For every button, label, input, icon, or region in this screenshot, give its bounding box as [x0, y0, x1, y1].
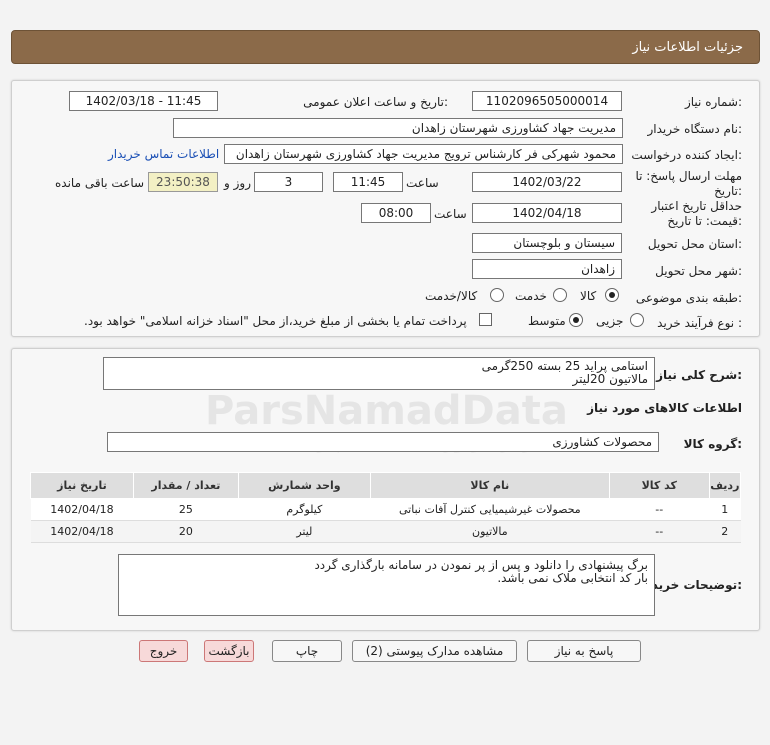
- category-radio-goods-service[interactable]: [490, 288, 504, 302]
- exit-button[interactable]: خروج: [139, 640, 188, 662]
- process-label: نوع فرآیند خرید :: [657, 316, 742, 330]
- item-qty: 25: [133, 498, 239, 521]
- goods-group-label: گروه کالا:: [683, 437, 742, 451]
- deadline-date-field: 1402/03/22: [472, 172, 622, 192]
- goods-group-field: محصولات کشاورزی: [107, 432, 659, 452]
- col-code: کد کالا: [608, 472, 710, 499]
- summary-line-1: استامی پراید 25 بسته 250گرمی: [481, 359, 648, 373]
- row-number: 2: [709, 520, 741, 543]
- row-number: 1: [709, 498, 741, 521]
- col-row: ردیف: [708, 472, 742, 499]
- print-button[interactable]: چاپ: [272, 640, 342, 662]
- item-date: 1402/04/18: [30, 520, 134, 543]
- col-name: نام کالا: [369, 472, 610, 499]
- process-option-minor: جزیی: [596, 314, 624, 328]
- category-radio-goods[interactable]: [605, 288, 619, 302]
- goods-section-title: اطلاعات کالاهای مورد نیاز: [587, 401, 742, 415]
- province-field: سیستان و بلوچستان: [472, 233, 622, 253]
- category-option-service: خدمت: [515, 289, 547, 303]
- item-code: --: [609, 520, 710, 543]
- summary-line-2: مالاتیون 20لیتر: [572, 372, 648, 386]
- item-qty: 20: [133, 520, 239, 543]
- col-date: تاریخ نیاز: [30, 472, 134, 499]
- buyer-field: مدیریت جهاد کشاورزی شهرستان زاهدان: [173, 118, 623, 138]
- page-header: جزئیات اطلاعات نیاز: [11, 30, 760, 64]
- remaining-time-field: 23:50:38: [148, 172, 218, 192]
- announce-label: تاریخ و ساعت اعلان عمومی:: [303, 95, 448, 109]
- reply-button[interactable]: پاسخ به نیاز: [527, 640, 641, 662]
- validity-time-field: 08:00: [361, 203, 431, 223]
- category-option-goods-service: کالا/خدمت: [425, 289, 478, 303]
- city-label: شهر محل تحویل:: [655, 264, 742, 278]
- buyer-notes-line-2: بار کد انتخابی ملاک نمی باشد.: [497, 571, 648, 585]
- item-name: محصولات غیرشیمیایی کنترل آفات نباتی: [370, 498, 610, 521]
- table-row: 1 -- محصولات غیرشیمیایی کنترل آفات نباتی…: [30, 498, 741, 521]
- treasury-payment-checkbox[interactable]: [479, 313, 492, 326]
- validity-date-field: 1402/04/18: [472, 203, 622, 223]
- item-name: مالاتیون: [370, 520, 610, 543]
- buyer-label: نام دستگاه خریدار:: [647, 122, 743, 136]
- city-field: زاهدان: [472, 259, 622, 279]
- item-unit: لیتر: [238, 520, 371, 543]
- need-number-field: 1102096505000014: [472, 91, 622, 111]
- col-unit: واحد شمارش: [237, 472, 371, 499]
- announce-field: 1402/03/18 - 11:45: [69, 91, 218, 111]
- view-attachments-button[interactable]: مشاهده مدارک پیوستی (2): [352, 640, 517, 662]
- days-label: روز و: [224, 176, 251, 190]
- contact-buyer-link[interactable]: اطلاعات تماس خریدار: [108, 147, 219, 161]
- validity-time-label: ساعت: [434, 207, 467, 221]
- buyer-notes-label: توضیحات خریدار:: [640, 578, 742, 592]
- summary-box: استامی پراید 25 بسته 250گرمی مالاتیون 20…: [103, 357, 655, 390]
- process-option-medium: متوسط: [528, 314, 566, 328]
- days-field: 3: [254, 172, 323, 192]
- item-date: 1402/04/18: [30, 498, 134, 521]
- category-option-goods: کالا: [580, 289, 597, 303]
- validity-label: حداقل تاریخ اعتبار قیمت: تا تاریخ:: [651, 199, 742, 228]
- summary-label: شرح کلی نیاز:: [656, 368, 742, 382]
- table-header-row: ردیف کد کالا نام کالا واحد شمارش تعداد /…: [30, 472, 742, 499]
- category-radio-service[interactable]: [553, 288, 567, 302]
- deadline-label: مهلت ارسال پاسخ: تا تاریخ:: [635, 169, 742, 198]
- category-label: طبقه بندی موضوعی:: [635, 291, 742, 305]
- items-table: ردیف کد کالا نام کالا واحد شمارش تعداد /…: [30, 472, 742, 543]
- page-title: جزئیات اطلاعات نیاز: [632, 40, 743, 55]
- creator-label: ایجاد کننده درخواست:: [631, 148, 742, 162]
- process-radio-minor[interactable]: [630, 313, 644, 327]
- deadline-time-field: 11:45: [333, 172, 403, 192]
- item-unit: کیلوگرم: [238, 498, 371, 521]
- item-code: --: [609, 498, 710, 521]
- buyer-notes-box: برگ پیشنهادی را دانلود و پس از پر نمودن …: [118, 554, 655, 616]
- need-number-label: شماره نیاز:: [684, 95, 742, 109]
- creator-field: محمود شهرکی فر کارشناس ترویج مدیریت جهاد…: [224, 144, 623, 164]
- process-radio-medium[interactable]: [569, 313, 583, 327]
- table-row: 2 -- مالاتیون لیتر 20 1402/04/18: [30, 520, 741, 543]
- province-label: استان محل تحویل:: [647, 237, 742, 251]
- treasury-payment-note: پرداخت تمام یا بخشی از مبلغ خرید،از محل …: [84, 314, 467, 328]
- back-button[interactable]: بازگشت: [204, 640, 254, 662]
- remaining-label: ساعت باقی مانده: [55, 176, 145, 190]
- col-qty: تعداد / مقدار: [132, 472, 239, 499]
- deadline-time-label: ساعت: [406, 176, 439, 190]
